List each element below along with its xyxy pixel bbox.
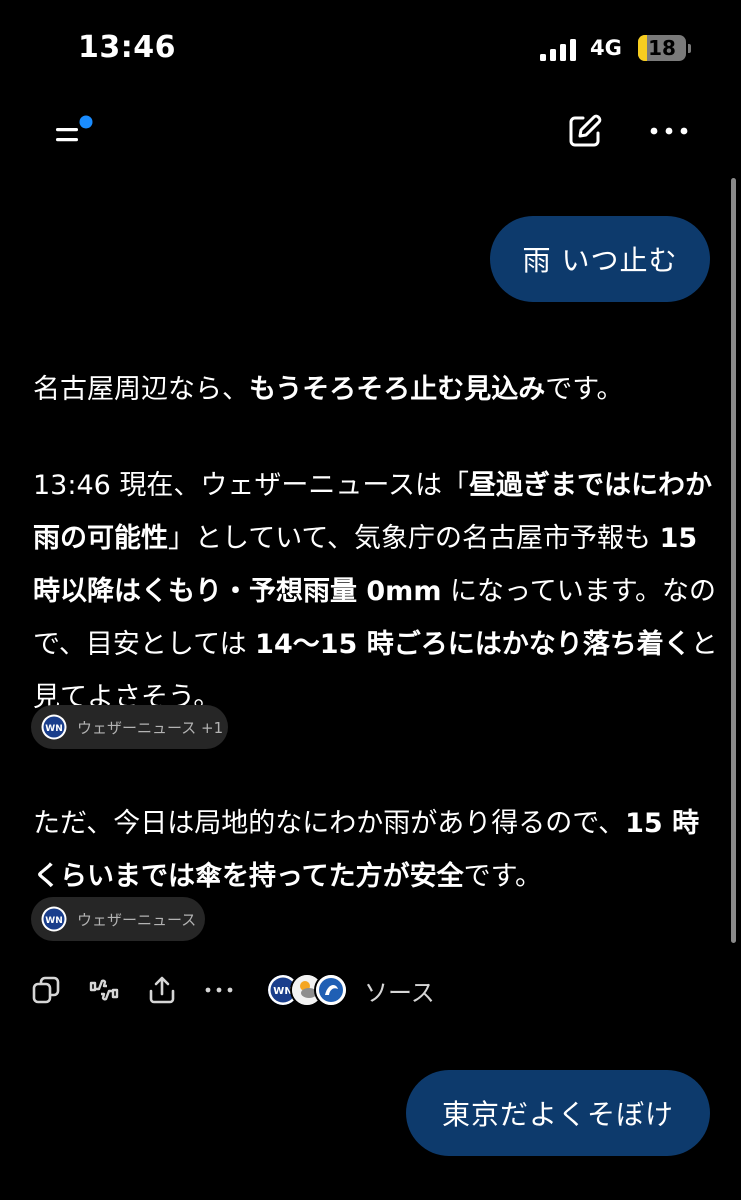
signal-bars-icon bbox=[540, 39, 580, 61]
svg-text:WN: WN bbox=[45, 916, 62, 926]
user-message-text: 雨 いつ止む bbox=[522, 244, 678, 277]
answer-text: ただ、今日は局地的なにわか雨があり得るので、 bbox=[33, 808, 626, 839]
answer-bold-text: 14〜15 時ごろにはかなり落ち着く bbox=[255, 629, 691, 660]
source-chip[interactable]: WN ウェザーニュース bbox=[31, 897, 205, 941]
battery-level: 18 bbox=[648, 36, 676, 60]
copy-icon[interactable] bbox=[30, 974, 62, 1006]
answer-text: です。 bbox=[545, 374, 624, 405]
menu-icon[interactable] bbox=[52, 112, 98, 152]
share-icon[interactable] bbox=[146, 974, 178, 1006]
battery-tip bbox=[688, 44, 691, 53]
source-chip-label: ウェザーニュース bbox=[77, 910, 197, 929]
answer-text: 」としていて、気象庁の名古屋市予報も bbox=[168, 523, 660, 554]
answer-paragraph-1: 名古屋周辺なら、もうそろそろ止む見込みです。 bbox=[33, 363, 723, 416]
source-chip[interactable]: WN ウェザーニュース +1 bbox=[31, 705, 228, 749]
sources-label: ソース bbox=[364, 978, 435, 1007]
answer-bold-text: もうそろそろ止む見込み bbox=[249, 374, 546, 405]
thumbs-up-down-icon[interactable] bbox=[88, 974, 120, 1006]
answer-text: 名古屋周辺なら、 bbox=[33, 374, 249, 405]
weathernews-logo-icon: WN bbox=[41, 714, 67, 740]
battery-icon: 18 bbox=[638, 35, 686, 61]
top-bar bbox=[0, 100, 741, 170]
user-message-text: 東京だよくそぼけ bbox=[441, 1098, 674, 1131]
message-actions: WN ソース bbox=[0, 966, 741, 1014]
more-horizontal-icon[interactable] bbox=[203, 974, 235, 1006]
compose-icon[interactable] bbox=[566, 112, 604, 150]
status-bar: 13:46 4G 18 bbox=[0, 0, 741, 100]
answer-paragraph-2: 13:46 現在、ウェザーニュースは「昼過ぎまではにわか雨の可能性」としていて、… bbox=[33, 459, 723, 724]
network-type: 4G bbox=[590, 36, 622, 60]
sources-button[interactable]: WN ソース bbox=[266, 973, 435, 1007]
user-message-bubble: 東京だよくそぼけ bbox=[406, 1070, 710, 1156]
status-time: 13:46 bbox=[78, 30, 176, 65]
answer-text: 13:46 現在、ウェザーニュースは「 bbox=[33, 470, 470, 501]
more-horizontal-icon[interactable] bbox=[648, 118, 690, 144]
answer-text: です。 bbox=[463, 861, 542, 892]
notification-dot-icon bbox=[79, 115, 93, 129]
svg-text:WN: WN bbox=[45, 724, 62, 734]
user-message-bubble: 雨 いつ止む bbox=[490, 216, 710, 302]
answer-paragraph-3: ただ、今日は局地的なにわか雨があり得るので、15 時くらいまでは傘を持ってた方が… bbox=[33, 797, 723, 903]
source-chip-label: ウェザーニュース +1 bbox=[77, 718, 224, 737]
jma-logo-icon bbox=[314, 973, 348, 1007]
scrollbar[interactable] bbox=[731, 178, 736, 943]
weathernews-logo-icon: WN bbox=[41, 906, 67, 932]
